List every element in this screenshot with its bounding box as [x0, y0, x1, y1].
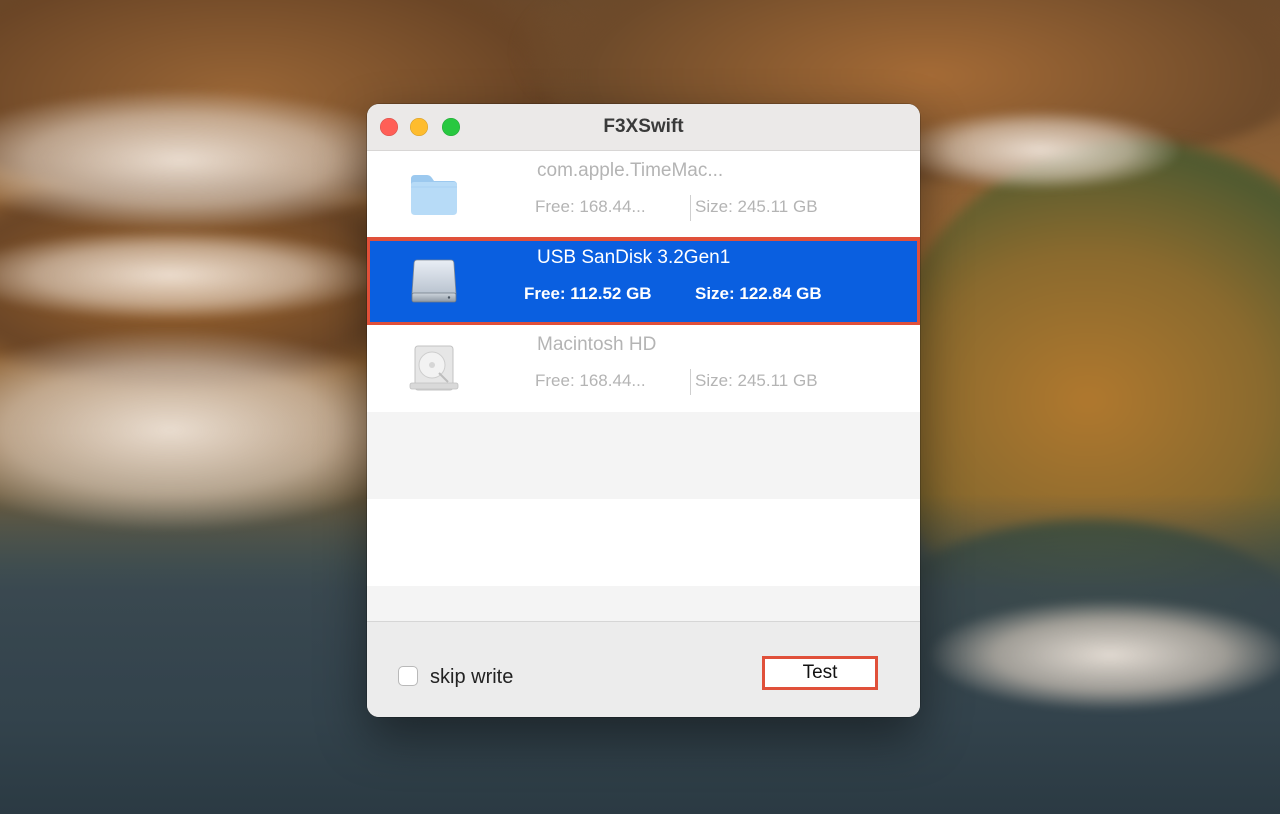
- drive-name: Macintosh HD: [537, 334, 657, 355]
- external-drive-icon: [408, 256, 460, 306]
- drive-free-space: Free: 112.52 GB: [524, 284, 652, 303]
- empty-list-row: [367, 499, 920, 586]
- bottom-toolbar: skip write Test: [367, 621, 920, 717]
- app-window: F3XSwift com.apple.TimeMac... Free: 168.…: [367, 104, 920, 717]
- title-bar[interactable]: F3XSwift: [367, 104, 920, 151]
- column-separator: [690, 369, 691, 395]
- empty-list-row: [367, 412, 920, 499]
- drive-list: com.apple.TimeMac... Free: 168.44... Siz…: [367, 151, 920, 621]
- drive-row-macintosh-hd[interactable]: Macintosh HD Free: 168.44... Size: 245.1…: [367, 325, 920, 412]
- drive-total-size: Size: 245.11 GB: [695, 371, 818, 390]
- drive-free-space: Free: 168.44...: [535, 371, 646, 390]
- fog-cloud: [900, 110, 1180, 190]
- skip-write-checkbox[interactable]: [398, 666, 418, 686]
- internal-disk-icon: [408, 343, 460, 393]
- window-title: F3XSwift: [603, 116, 684, 137]
- drive-total-size: Size: 245.11 GB: [695, 197, 818, 216]
- drive-row-time-machine[interactable]: com.apple.TimeMac... Free: 168.44... Siz…: [367, 151, 920, 238]
- skip-write-label[interactable]: skip write: [430, 666, 513, 689]
- folder-icon: [408, 169, 460, 219]
- column-separator: [690, 195, 691, 221]
- empty-list-row: [367, 586, 920, 621]
- drive-total-size: Size: 122.84 GB: [695, 284, 822, 303]
- drive-name: com.apple.TimeMac...: [537, 160, 724, 181]
- drive-row-usb-sandisk[interactable]: USB SanDisk 3.2Gen1 Free: 112.52 GB Size…: [367, 237, 920, 326]
- drive-name: USB SanDisk 3.2Gen1: [537, 247, 731, 268]
- fog-cloud: [930, 600, 1280, 710]
- test-button[interactable]: Test: [762, 656, 878, 690]
- drive-free-space: Free: 168.44...: [535, 197, 646, 216]
